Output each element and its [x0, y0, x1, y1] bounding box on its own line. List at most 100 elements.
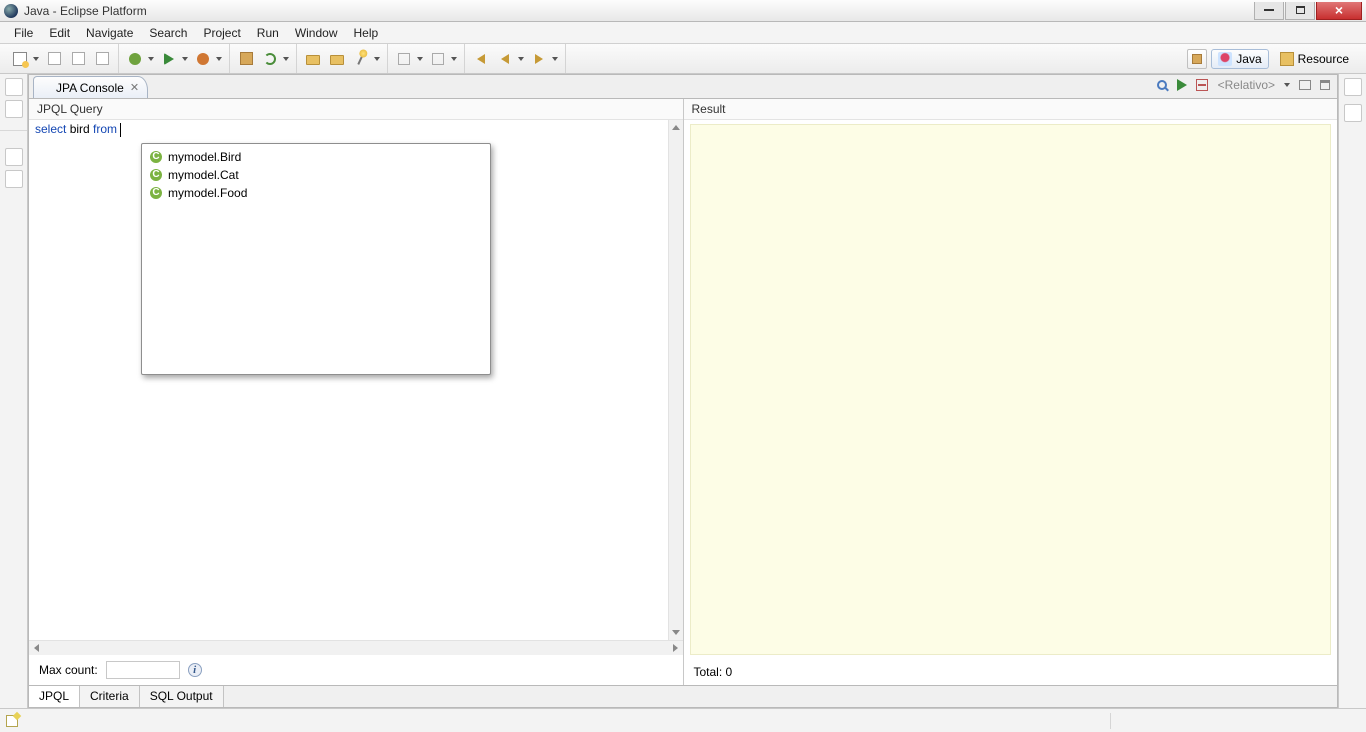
find-in-console-button[interactable] [1154, 77, 1170, 93]
menu-navigate[interactable]: Navigate [78, 23, 141, 43]
status-slot [1110, 713, 1360, 729]
window-titlebar: Java - Eclipse Platform × [0, 0, 1366, 22]
run-dropdown[interactable] [181, 57, 189, 61]
folder-icon [306, 55, 320, 65]
right-dock [1338, 74, 1366, 708]
dock-button[interactable] [5, 100, 23, 118]
save-all-button[interactable] [67, 48, 89, 70]
dock-button[interactable] [5, 78, 23, 96]
tab-criteria[interactable]: Criteria [80, 686, 140, 707]
run-query-button[interactable] [1174, 77, 1190, 93]
new-package-button[interactable] [235, 48, 257, 70]
dock-button[interactable] [5, 170, 23, 188]
main-toolbar: Java Resource [0, 44, 1366, 74]
dock-button[interactable] [5, 148, 23, 166]
search-button[interactable] [350, 48, 372, 70]
toggle-button-2[interactable] [427, 48, 449, 70]
status-icon [6, 715, 18, 727]
arrow-right-icon [535, 54, 543, 64]
scroll-down-icon[interactable] [669, 625, 683, 640]
nav-fwd-dropdown[interactable] [551, 57, 559, 61]
nav-back-hist-button[interactable] [470, 48, 492, 70]
perspective-icon [1192, 54, 1202, 64]
arrow-left-icon [501, 54, 509, 64]
menu-window[interactable]: Window [287, 23, 346, 43]
toggle-dropdown-2[interactable] [450, 57, 458, 61]
horizontal-scrollbar[interactable] [29, 640, 683, 655]
external-tools-dropdown[interactable] [215, 57, 223, 61]
resource-icon [1280, 52, 1294, 66]
tab-sql-output[interactable]: SQL Output [140, 686, 224, 707]
nav-back-button[interactable] [494, 48, 516, 70]
bug-icon [129, 53, 141, 65]
view-tabs: JPA Console ✕ <Relativo> [28, 74, 1338, 98]
perspective-java[interactable]: Java [1211, 49, 1268, 69]
toggle-dropdown-1[interactable] [416, 57, 424, 61]
query-text[interactable]: select bird from [29, 120, 683, 139]
max-count-input[interactable] [106, 661, 180, 679]
maximize-icon [1320, 80, 1330, 90]
print-icon [96, 52, 109, 65]
menu-file[interactable]: File [6, 23, 41, 43]
menu-project[interactable]: Project [195, 23, 248, 43]
autocomplete-item[interactable]: C mymodel.Cat [142, 166, 490, 184]
autocomplete-item[interactable]: C mymodel.Food [142, 184, 490, 202]
java-icon [1218, 52, 1232, 66]
info-icon[interactable]: i [188, 663, 202, 677]
nav-fwd-button[interactable] [528, 48, 550, 70]
perspective-resource[interactable]: Resource [1273, 49, 1356, 69]
query-identifier: bird [66, 122, 93, 136]
debug-dropdown[interactable] [147, 57, 155, 61]
entity-icon: C [150, 151, 162, 163]
menu-edit[interactable]: Edit [41, 23, 78, 43]
eclipse-icon [40, 82, 52, 94]
open-perspective-button[interactable] [1187, 49, 1207, 69]
menu-help[interactable]: Help [346, 23, 387, 43]
folder-icon [330, 55, 344, 65]
dock-button[interactable] [1344, 104, 1362, 122]
autocomplete-item[interactable]: C mymodel.Bird [142, 148, 490, 166]
play-icon [1177, 79, 1187, 91]
window-minimize-button[interactable] [1254, 2, 1284, 20]
dock-button[interactable] [1344, 78, 1362, 96]
view-minimize-button[interactable] [1297, 77, 1313, 93]
result-pane: Result Total: 0 [683, 99, 1338, 685]
toggle-button-1[interactable] [393, 48, 415, 70]
clear-button[interactable] [1194, 77, 1210, 93]
arrow-left-icon [477, 54, 485, 64]
open-task-button[interactable] [326, 48, 348, 70]
vertical-scrollbar[interactable] [668, 120, 683, 640]
tab-jpql[interactable]: JPQL [29, 686, 80, 707]
relativo-dropdown-arrow[interactable] [1283, 83, 1291, 87]
search-dropdown[interactable] [373, 57, 381, 61]
remove-icon [1196, 79, 1208, 91]
window-close-button[interactable]: × [1316, 2, 1362, 20]
open-type-button[interactable] [302, 48, 324, 70]
perspective-java-label: Java [1236, 52, 1261, 66]
menu-run[interactable]: Run [249, 23, 287, 43]
close-icon[interactable]: ✕ [130, 81, 139, 94]
nav-back-dropdown[interactable] [517, 57, 525, 61]
wand-icon [357, 52, 364, 65]
save-button[interactable] [43, 48, 65, 70]
new-button[interactable] [9, 48, 31, 70]
debug-button[interactable] [124, 48, 146, 70]
window-maximize-button[interactable] [1285, 2, 1315, 20]
scroll-right-icon[interactable] [668, 641, 683, 655]
external-tools-button[interactable] [192, 48, 214, 70]
run-button[interactable] [158, 48, 180, 70]
refresh-button[interactable] [259, 48, 281, 70]
menu-search[interactable]: Search [141, 23, 195, 43]
eclipse-icon [4, 4, 18, 18]
refresh-dropdown[interactable] [282, 57, 290, 61]
view-maximize-button[interactable] [1317, 77, 1333, 93]
autocomplete-item-label: mymodel.Cat [168, 168, 239, 182]
save-icon [48, 52, 61, 65]
result-body [690, 124, 1332, 655]
scroll-up-icon[interactable] [669, 120, 683, 135]
view-tab-jpa-console[interactable]: JPA Console ✕ [33, 76, 148, 98]
relativo-dropdown[interactable]: <Relativo> [1214, 78, 1279, 92]
scroll-left-icon[interactable] [29, 641, 44, 655]
new-dropdown[interactable] [32, 57, 40, 61]
print-button[interactable] [91, 48, 113, 70]
